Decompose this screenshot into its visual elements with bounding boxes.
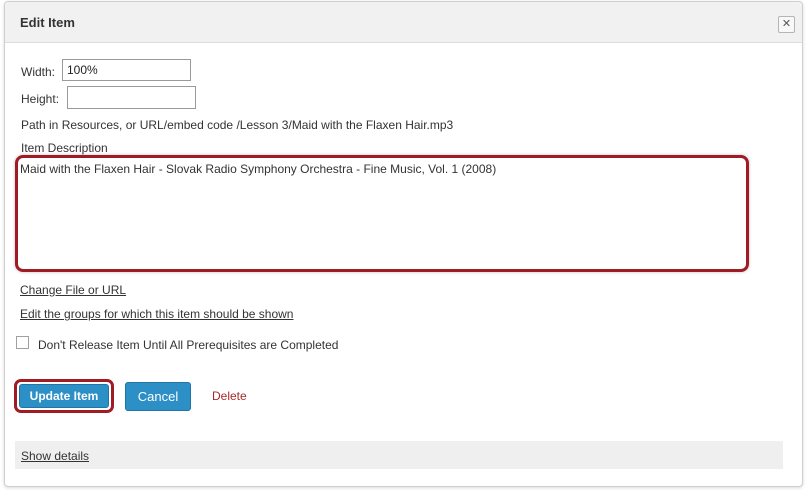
show-details-link[interactable]: Show details — [21, 449, 89, 463]
path-text: Path in Resources, or URL/embed code /Le… — [21, 118, 454, 132]
change-file-link[interactable]: Change File or URL — [20, 283, 126, 297]
delete-button[interactable]: Delete — [212, 389, 247, 403]
cancel-button[interactable]: Cancel — [125, 382, 191, 411]
item-description-textarea[interactable]: Maid with the Flaxen Hair - Slovak Radio… — [18, 158, 746, 269]
details-bar: Show details — [15, 441, 783, 469]
item-description-label: Item Description — [21, 141, 108, 155]
prerequisites-checkbox[interactable] — [16, 336, 29, 349]
update-button-highlight: Update Item — [14, 379, 114, 413]
height-input[interactable] — [67, 86, 196, 109]
dialog-title: Edit Item — [20, 15, 75, 30]
edit-groups-link[interactable]: Edit the groups for which this item shou… — [20, 307, 293, 321]
close-icon[interactable]: ✕ — [778, 16, 795, 33]
update-item-button[interactable]: Update Item — [19, 384, 109, 408]
prerequisites-label: Don't Release Item Until All Prerequisit… — [38, 338, 339, 352]
width-input[interactable] — [62, 59, 191, 81]
width-label: Width: — [21, 65, 56, 79]
height-label: Height: — [21, 92, 60, 106]
item-description-highlight: Maid with the Flaxen Hair - Slovak Radio… — [15, 155, 749, 272]
dialog-titlebar: Edit Item ✕ — [5, 2, 802, 43]
